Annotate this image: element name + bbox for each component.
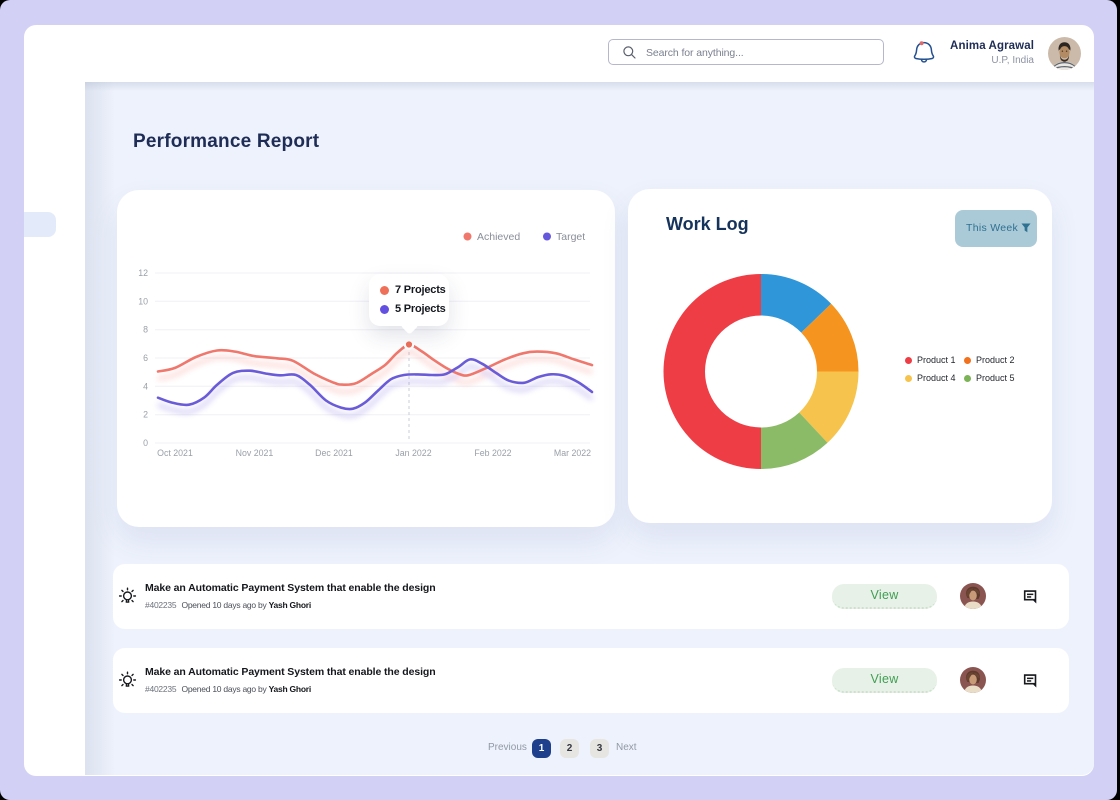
svg-text:2: 2 [143,410,148,420]
svg-text:4: 4 [143,381,148,391]
svg-text:10: 10 [138,296,148,306]
svg-text:8: 8 [143,325,148,335]
svg-text:Target: Target [556,231,585,243]
svg-text:Dec 2021: Dec 2021 [315,448,353,458]
svg-text:Nov 2021: Nov 2021 [236,448,274,458]
svg-text:Mar 2022: Mar 2022 [554,448,591,458]
svg-text:12: 12 [138,268,148,278]
svg-text:Jan 2022: Jan 2022 [395,448,431,458]
svg-text:0: 0 [143,438,148,448]
svg-text:Feb 2022: Feb 2022 [474,448,511,458]
svg-text:Achieved: Achieved [477,231,520,243]
svg-text:6: 6 [143,353,148,363]
svg-text:Oct 2021: Oct 2021 [157,448,193,458]
